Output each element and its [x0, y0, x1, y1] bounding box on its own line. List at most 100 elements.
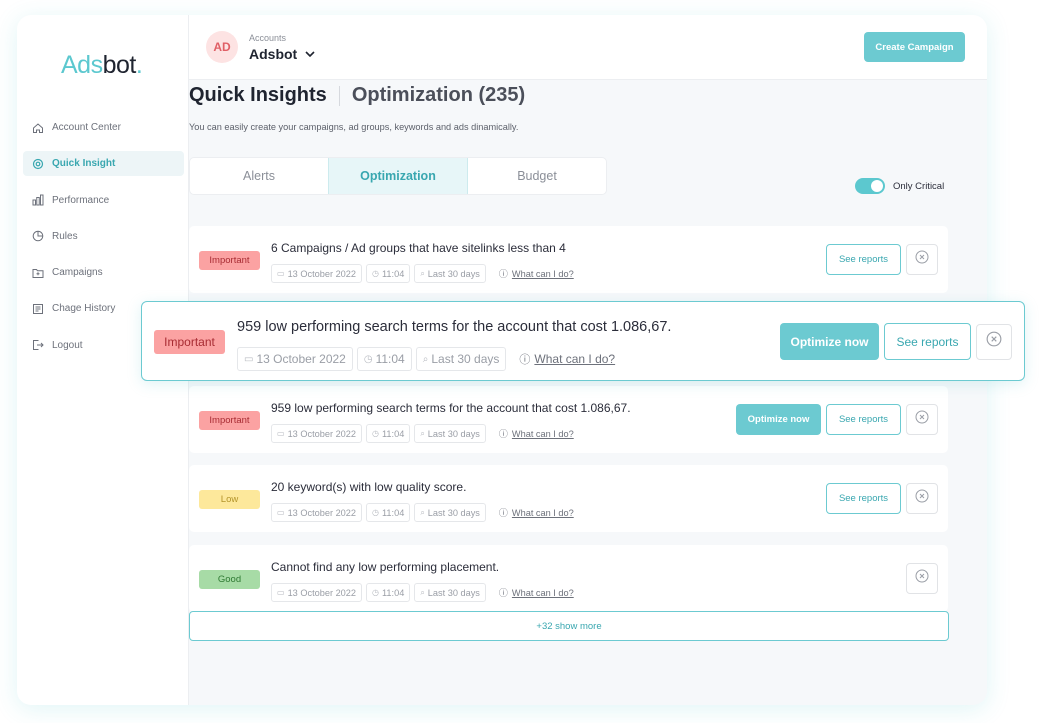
- insight-card: Low 20 keyword(s) with low quality score…: [189, 465, 948, 532]
- topbar: AD Accounts Adsbot Create Campaign: [189, 15, 987, 80]
- dismiss-button[interactable]: [906, 404, 938, 435]
- date-text: 13 October 2022: [287, 428, 357, 439]
- date-chip: ▭ 13 October 2022: [271, 424, 363, 443]
- sidebar-item-campaigns[interactable]: Campaigns: [23, 260, 184, 285]
- sidebar-item-label: Quick Insight: [52, 158, 116, 170]
- logo-dot: .: [135, 51, 143, 79]
- range-chip: ⌕ Last 30 days: [414, 424, 486, 443]
- dismiss-button[interactable]: [906, 483, 938, 514]
- card-actions: Optimize now See reports: [736, 404, 938, 435]
- toggle-knob: [871, 180, 883, 192]
- insight-meta: ▭ 13 October 2022 ◷ 11:04 ⌕ Last 30 days ⓘ W…: [271, 583, 574, 602]
- avatar[interactable]: AD: [206, 31, 238, 63]
- range-text: Last 30 days: [427, 428, 480, 439]
- optimize-now-button[interactable]: Optimize now: [736, 404, 821, 435]
- sidebar-item-rules[interactable]: Rules: [23, 224, 184, 249]
- logo-part-2: bot: [102, 51, 137, 79]
- sidebar-item-performance[interactable]: Performance: [23, 188, 184, 213]
- see-reports-button[interactable]: See reports: [884, 323, 971, 360]
- range-chip: ⌕ Last 30 days: [414, 503, 486, 522]
- see-reports-button[interactable]: See reports: [826, 244, 901, 275]
- range-chip: ⌕ Last 30 days: [414, 583, 486, 602]
- calendar-icon: ▭: [277, 588, 285, 597]
- insight-meta: ▭ 13 October 2022 ◷ 11:04 ⌕ Last 30 days ⓘ W…: [271, 503, 574, 522]
- insight-icon: [32, 158, 44, 170]
- clock-icon: ◷: [372, 269, 379, 278]
- date-text: 13 October 2022: [287, 587, 357, 598]
- time-chip: ◷ 11:04: [366, 424, 411, 443]
- tag-icon: ⌕: [420, 428, 425, 438]
- info-icon: ⓘ: [519, 354, 531, 366]
- insight-card: Important 6 Campaigns / Ad groups that h…: [189, 226, 948, 293]
- date-chip: ▭ 13 October 2022: [271, 264, 363, 283]
- tag-icon: ⌕: [422, 353, 429, 365]
- create-campaign-button[interactable]: Create Campaign: [864, 32, 965, 62]
- insight-meta: ▭ 13 October 2022 ◷ 11:04 ⌕ Last 30 days ⓘ W…: [237, 347, 615, 371]
- range-text: Last 30 days: [431, 352, 500, 366]
- logo-part-1: Ads: [61, 51, 103, 79]
- date-text: 13 October 2022: [287, 507, 357, 518]
- show-more-button[interactable]: +32 show more: [189, 611, 949, 641]
- sidebar-item-label: Logout: [52, 339, 83, 351]
- logout-icon: [32, 339, 44, 351]
- calendar-icon: ▭: [277, 429, 285, 438]
- time-chip: ◷ 11:04: [366, 583, 411, 602]
- page-title: Quick Insights Optimization (235): [189, 84, 525, 107]
- title-divider: [338, 85, 340, 106]
- dismiss-button[interactable]: [976, 323, 1012, 360]
- clock-icon: ◷: [372, 429, 379, 438]
- calendar-icon: ▭: [244, 353, 254, 365]
- help-link-wrap: ⓘ What can I do?: [519, 351, 615, 367]
- sidebar-item-quick-insight[interactable]: Quick Insight: [23, 151, 184, 177]
- what-can-i-do-link[interactable]: What can I do?: [512, 269, 574, 279]
- date-text: 13 October 2022: [256, 352, 346, 366]
- dismiss-button[interactable]: [906, 244, 938, 275]
- what-can-i-do-link[interactable]: What can I do?: [512, 588, 574, 598]
- account-selector[interactable]: Adsbot: [249, 46, 315, 62]
- close-circle-icon: [915, 250, 929, 269]
- card-actions: See reports: [826, 244, 938, 275]
- tag-icon: ⌕: [420, 268, 425, 278]
- close-circle-icon: [986, 331, 1002, 352]
- sidebar-item-account-center[interactable]: Account Center: [23, 115, 184, 140]
- calendar-icon: ▭: [277, 269, 285, 278]
- calendar-icon: ▭: [277, 508, 285, 517]
- range-text: Last 30 days: [427, 507, 480, 518]
- tag-icon: ⌕: [420, 507, 425, 517]
- info-icon: ⓘ: [498, 269, 508, 279]
- time-chip: ◷ 11:04: [356, 347, 412, 371]
- close-circle-icon: [915, 410, 929, 429]
- see-reports-button[interactable]: See reports: [826, 483, 901, 514]
- insight-title: 20 keyword(s) with low quality score.: [271, 480, 467, 494]
- only-critical-toggle[interactable]: [855, 178, 885, 194]
- card-actions: See reports: [826, 483, 938, 514]
- bar-chart-icon: [32, 194, 44, 206]
- page-description: You can easily create your campaigns, ad…: [189, 122, 519, 132]
- accounts-label: Accounts: [249, 33, 287, 43]
- only-critical-label: Only Critical: [893, 180, 945, 192]
- time-chip: ◷ 11:04: [366, 503, 411, 522]
- what-can-i-do-link[interactable]: What can I do?: [534, 352, 615, 366]
- see-reports-button[interactable]: See reports: [826, 404, 901, 435]
- what-can-i-do-link[interactable]: What can I do?: [512, 429, 574, 439]
- time-chip: ◷ 11:04: [366, 264, 411, 283]
- info-icon: ⓘ: [498, 508, 508, 518]
- priority-badge: Good: [199, 570, 260, 589]
- date-chip: ▭ 13 October 2022: [237, 347, 353, 371]
- tab-optimization[interactable]: Optimization: [328, 158, 468, 194]
- tab-alerts[interactable]: Alerts: [190, 158, 328, 194]
- insight-title: 6 Campaigns / Ad groups that have siteli…: [271, 241, 566, 255]
- time-text: 11:04: [382, 268, 405, 279]
- tab-budget[interactable]: Budget: [468, 158, 606, 194]
- help-link-wrap: ⓘ What can I do?: [499, 506, 574, 519]
- logo: Adsbot.: [61, 51, 143, 80]
- optimize-now-button[interactable]: Optimize now: [780, 323, 879, 360]
- range-chip: ⌕ Last 30 days: [415, 347, 507, 371]
- dismiss-button[interactable]: [906, 563, 938, 594]
- time-text: 11:04: [382, 428, 405, 439]
- info-icon: ⓘ: [498, 588, 508, 598]
- clock-icon: ◷: [363, 353, 373, 365]
- insight-meta: ▭ 13 October 2022 ◷ 11:04 ⌕ Last 30 days ⓘ W…: [271, 424, 574, 443]
- date-text: 13 October 2022: [287, 268, 357, 279]
- what-can-i-do-link[interactable]: What can I do?: [512, 508, 574, 518]
